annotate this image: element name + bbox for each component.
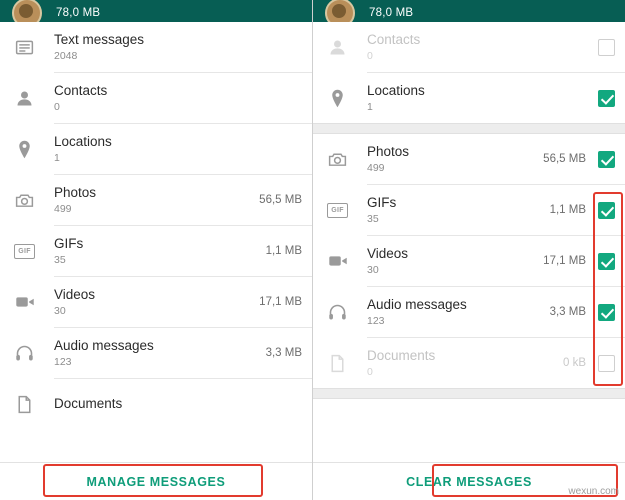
- list-item[interactable]: Documents: [0, 379, 312, 429]
- list-item-size: 56,5 MB: [543, 153, 586, 165]
- list-item-title: Videos: [54, 286, 96, 302]
- list-item-count: 0: [367, 365, 373, 378]
- row-checkbox[interactable]: [598, 89, 615, 107]
- row-checkbox[interactable]: [598, 252, 615, 270]
- manage-messages-button[interactable]: MANAGE MESSAGES: [87, 475, 226, 489]
- documents-icon: [327, 353, 367, 374]
- list-item-title: Locations: [367, 82, 425, 98]
- avatar: [325, 0, 355, 22]
- header-storage-size: 78,0 MB: [56, 7, 101, 19]
- list-item-size: 56,5 MB: [259, 194, 302, 206]
- contacts-icon: [327, 37, 367, 58]
- list-item-size: 17,1 MB: [543, 255, 586, 267]
- list-item-title: Contacts: [54, 82, 108, 98]
- watermark: wexun.com: [568, 486, 619, 497]
- list-item-title: GIFs: [367, 194, 397, 210]
- header-storage-size: 78,0 MB: [369, 7, 414, 19]
- videos-camera-icon: [327, 250, 367, 272]
- list-item[interactable]: Audio messages 123 3,3 MB: [313, 287, 625, 337]
- list-item[interactable]: Photos 499 56,5 MB: [313, 134, 625, 184]
- list-item-count: 1: [367, 100, 373, 113]
- list-item-title: Audio messages: [54, 337, 154, 353]
- list-item-title: Locations: [54, 133, 112, 149]
- right-storage-list: Contacts 0 Locations 1 Photos 499 56,5 M…: [313, 22, 625, 399]
- row-checkbox[interactable]: [598, 38, 615, 56]
- list-item-title: Documents: [54, 395, 123, 411]
- left-screen: 78,0 MB Text messages 2048 Contacts 0 Lo…: [0, 0, 313, 500]
- list-item-title: Audio messages: [367, 296, 467, 312]
- list-item[interactable]: Locations 1: [0, 124, 312, 174]
- list-item[interactable]: Audio messages 123 3,3 MB: [0, 328, 312, 378]
- list-item-count: 2048: [54, 49, 78, 62]
- list-item[interactable]: Videos 30 17,1 MB: [313, 236, 625, 286]
- list-item-count: 1: [54, 151, 60, 164]
- list-item[interactable]: Videos 30 17,1 MB: [0, 277, 312, 327]
- list-item-count: 123: [54, 355, 72, 368]
- left-bottom-bar: MANAGE MESSAGES: [0, 462, 312, 500]
- list-item-size: 0 kB: [562, 357, 586, 369]
- list-item[interactable]: Contacts 0: [313, 22, 625, 72]
- list-item[interactable]: Text messages 2048: [0, 22, 312, 72]
- list-item-size: 1,1 MB: [265, 245, 302, 257]
- list-item-size: 3,3 MB: [549, 306, 586, 318]
- list-item[interactable]: Photos 499 56,5 MB: [0, 175, 312, 225]
- list-item-count: 499: [54, 202, 72, 215]
- photos-camera-icon: [327, 149, 367, 170]
- dual-screenshot-container: 78,0 MB Text messages 2048 Contacts 0 Lo…: [0, 0, 625, 500]
- row-checkbox[interactable]: [598, 303, 615, 321]
- list-item-count: 499: [367, 161, 385, 174]
- list-item-title: Photos: [367, 143, 410, 159]
- list-item-title: Documents: [367, 347, 436, 363]
- right-screen: 78,0 MB Contacts 0 Locations 1 Photos 49…: [313, 0, 625, 500]
- audio-headphones-icon: [327, 302, 367, 323]
- left-storage-list: Text messages 2048 Contacts 0 Locations …: [0, 22, 312, 429]
- list-item-title: Text messages: [54, 31, 145, 47]
- clear-messages-button[interactable]: CLEAR MESSAGES: [406, 475, 532, 489]
- section-separator: [313, 388, 625, 399]
- location-pin-icon: [14, 139, 54, 160]
- list-item-title: GIFs: [54, 235, 84, 251]
- list-item[interactable]: Contacts 0: [0, 73, 312, 123]
- list-item-title: Videos: [367, 245, 409, 261]
- list-item[interactable]: Documents 0 0 kB: [313, 338, 625, 388]
- list-item-count: 30: [367, 263, 379, 276]
- list-item-size: 1,1 MB: [549, 204, 586, 216]
- text-messages-icon: [14, 37, 54, 58]
- row-checkbox[interactable]: [598, 201, 615, 219]
- row-checkbox[interactable]: [598, 150, 615, 168]
- list-item[interactable]: GIF GIFs 35 1,1 MB: [313, 185, 625, 235]
- avatar: [12, 0, 42, 22]
- audio-headphones-icon: [14, 343, 54, 364]
- list-item-count: 35: [54, 253, 66, 266]
- documents-icon: [14, 394, 54, 415]
- gif-icon: GIF: [327, 202, 367, 218]
- list-item[interactable]: GIF GIFs 35 1,1 MB: [0, 226, 312, 276]
- list-item-count: 30: [54, 304, 66, 317]
- contacts-icon: [14, 88, 54, 109]
- list-item-count: 35: [367, 212, 379, 225]
- photos-camera-icon: [14, 190, 54, 211]
- list-item-size: 3,3 MB: [265, 347, 302, 359]
- list-item-count: 0: [54, 100, 60, 113]
- list-item-title: Photos: [54, 184, 97, 200]
- right-header: 78,0 MB: [313, 0, 625, 22]
- list-item-count: 0: [367, 49, 373, 62]
- videos-camera-icon: [14, 291, 54, 313]
- list-item[interactable]: Locations 1: [313, 73, 625, 123]
- left-header: 78,0 MB: [0, 0, 312, 22]
- location-pin-icon: [327, 88, 367, 109]
- list-item-title: Contacts: [367, 31, 421, 47]
- section-separator: [313, 123, 625, 134]
- row-checkbox[interactable]: [598, 354, 615, 372]
- list-item-count: 123: [367, 314, 385, 327]
- list-item-size: 17,1 MB: [259, 296, 302, 308]
- gif-icon: GIF: [14, 243, 54, 259]
